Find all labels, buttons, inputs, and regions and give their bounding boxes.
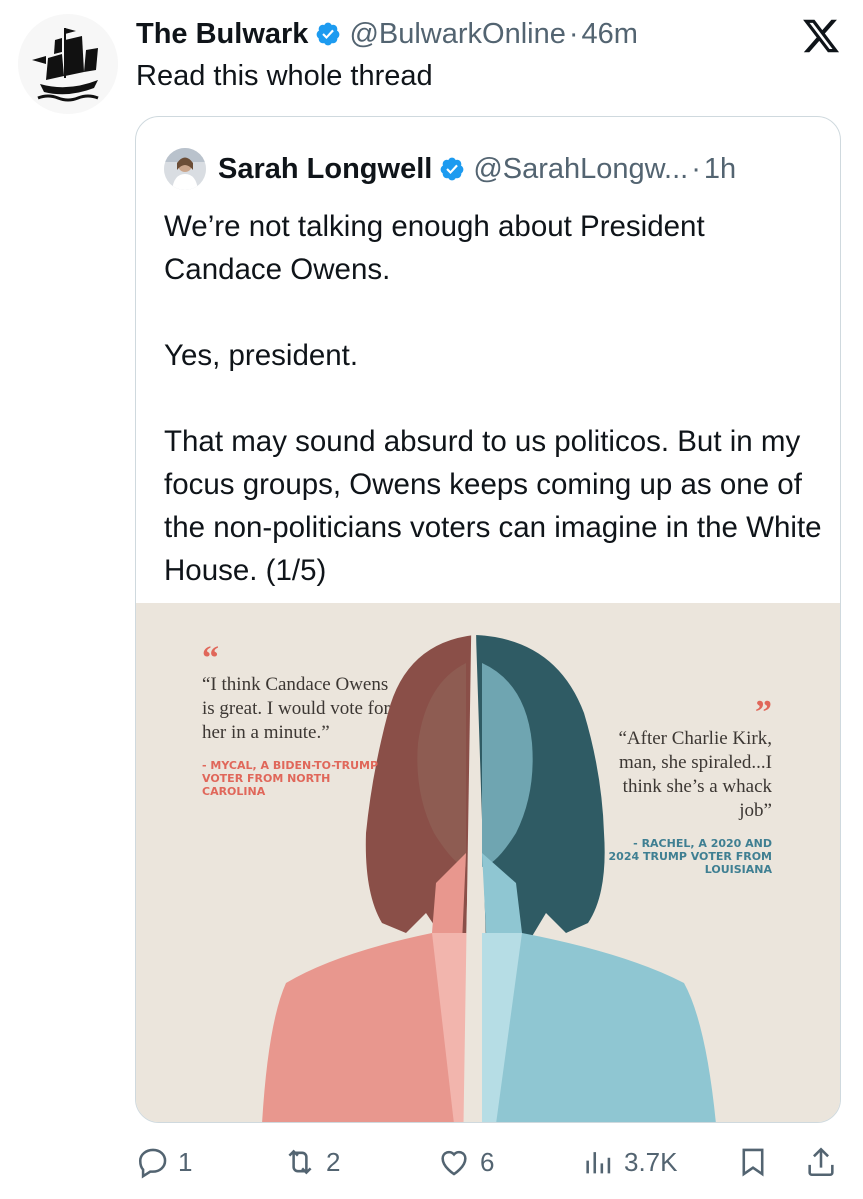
bookmark-button[interactable] [736, 1140, 770, 1184]
views-count: 3.7K [624, 1146, 678, 1177]
author-name[interactable]: The Bulwark [136, 18, 308, 51]
reply-count: 1 [178, 1146, 193, 1177]
tweet-header: The Bulwark @BulwarkOnline · 46m [136, 14, 786, 54]
share-icon [808, 1147, 834, 1177]
left-quote-mark: “ [202, 640, 219, 677]
quoted-tweet-text: We’re not talking enough about President… [164, 205, 824, 592]
repost-button[interactable]: 2 [282, 1140, 340, 1184]
quoted-tweet-card[interactable]: Sarah Longwell @SarahLongw... · 1h We’re… [135, 116, 841, 1123]
quoted-tweet-time[interactable]: 1h [704, 153, 736, 186]
bulwark-avatar[interactable] [18, 14, 118, 114]
left-quote-attribution: - MYCAL, A BIDEN-TO-TRUMP VOTER FROM NOR… [202, 759, 379, 798]
views-button[interactable]: 3.7K [582, 1140, 678, 1184]
quoted-tweet-header: Sarah Longwell @SarahLongw... · 1h [164, 147, 736, 191]
verified-badge-icon [317, 22, 340, 46]
quoted-author-name[interactable]: Sarah Longwell [218, 153, 432, 186]
tweet-text: Read this whole thread [136, 60, 433, 92]
heart-icon [441, 1150, 467, 1176]
separator-dot: · [691, 152, 701, 185]
tweet-action-bar: 1 2 6 3.7K [136, 1140, 841, 1184]
verified-badge-icon [440, 157, 464, 181]
right-quote-mark: ” [755, 694, 772, 731]
views-chart-icon [586, 1152, 611, 1174]
left-quote-text: “I think Candace Owens is great. I would… [202, 674, 390, 743]
repost-count: 2 [326, 1146, 341, 1177]
right-quote-attribution: - RACHEL, A 2020 AND 2024 TRUMP VOTER FR… [608, 837, 772, 876]
reply-icon [138, 1148, 167, 1179]
quoted-paragraph-2: Yes, president. [164, 339, 359, 372]
author-handle[interactable]: @BulwarkOnline [349, 18, 565, 51]
like-button[interactable]: 6 [436, 1140, 494, 1184]
x-logo-icon [803, 19, 840, 53]
right-quote-block: ” “After Charlie Kirk, man, she spiraled… [606, 694, 772, 877]
left-quote-block: “ “I think Candace Owens is great. I wou… [202, 640, 392, 799]
pirate-ship-icon [18, 14, 118, 114]
repost-icon [288, 1149, 312, 1175]
reply-button[interactable]: 1 [136, 1140, 192, 1184]
right-quote-text: “After Charlie Kirk, man, she spiraled..… [618, 728, 772, 821]
tweet-time[interactable]: 46m [582, 18, 638, 51]
like-count: 6 [480, 1146, 495, 1177]
separator-dot: · [568, 17, 579, 50]
person-photo-icon [164, 148, 206, 190]
quoted-author-handle[interactable]: @SarahLongw... [473, 153, 688, 186]
share-button[interactable] [804, 1140, 838, 1184]
quoted-paragraph-3: That may sound absurd to us politicos. B… [164, 425, 822, 587]
sarah-longwell-avatar[interactable] [164, 148, 206, 190]
quoted-tweet-image[interactable]: “ “I think Candace Owens is great. I wou… [136, 603, 840, 1122]
quoted-paragraph-1: We’re not talking enough about President… [164, 210, 705, 286]
bookmark-icon [742, 1148, 764, 1177]
